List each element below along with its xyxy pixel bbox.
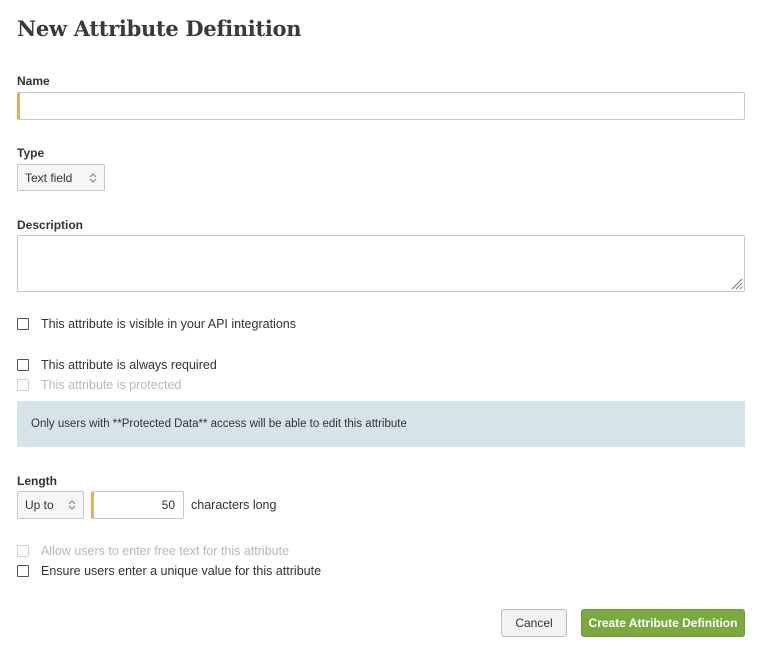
page-title: New Attribute Definition [17, 16, 302, 41]
create-attribute-definition-button[interactable]: Create Attribute Definition [581, 609, 745, 637]
type-select[interactable]: Text field [17, 164, 105, 191]
always-required-label: This attribute is always required [41, 358, 217, 372]
protected-data-notice: Only users with **Protected Data** acces… [17, 401, 745, 447]
name-input[interactable] [17, 92, 745, 120]
description-textarea[interactable] [17, 235, 745, 292]
length-mode-value: Up to [25, 498, 54, 512]
length-value-input[interactable] [91, 491, 184, 519]
always-required-checkbox[interactable] [17, 359, 29, 371]
name-label: Name [17, 74, 50, 88]
unique-value-option[interactable]: Ensure users enter a unique value for th… [17, 564, 321, 578]
length-label: Length [17, 474, 57, 488]
cancel-button[interactable]: Cancel [501, 609, 567, 637]
always-required-option[interactable]: This attribute is always required [17, 358, 217, 372]
length-suffix: characters long [191, 498, 277, 512]
free-text-checkbox [17, 545, 29, 557]
updown-arrows-icon [89, 172, 97, 183]
protected-checkbox [17, 379, 29, 391]
api-visible-label: This attribute is visible in your API in… [41, 317, 296, 331]
protected-data-notice-text: Only users with **Protected Data** acces… [31, 418, 407, 430]
length-mode-select[interactable]: Up to [17, 491, 84, 519]
protected-label: This attribute is protected [41, 378, 182, 392]
api-visible-checkbox[interactable] [17, 318, 29, 330]
protected-option: This attribute is protected [17, 378, 181, 392]
free-text-label: Allow users to enter free text for this … [41, 544, 290, 558]
updown-arrows-icon [68, 500, 76, 510]
unique-value-label: Ensure users enter a unique value for th… [41, 564, 322, 578]
type-label: Type [17, 146, 45, 160]
description-label: Description [17, 218, 84, 232]
api-visible-option[interactable]: This attribute is visible in your API in… [17, 317, 296, 331]
unique-value-checkbox[interactable] [17, 565, 29, 577]
free-text-option: Allow users to enter free text for this … [17, 544, 289, 558]
type-select-value: Text field [25, 170, 73, 185]
resize-grip-icon[interactable] [729, 276, 743, 290]
